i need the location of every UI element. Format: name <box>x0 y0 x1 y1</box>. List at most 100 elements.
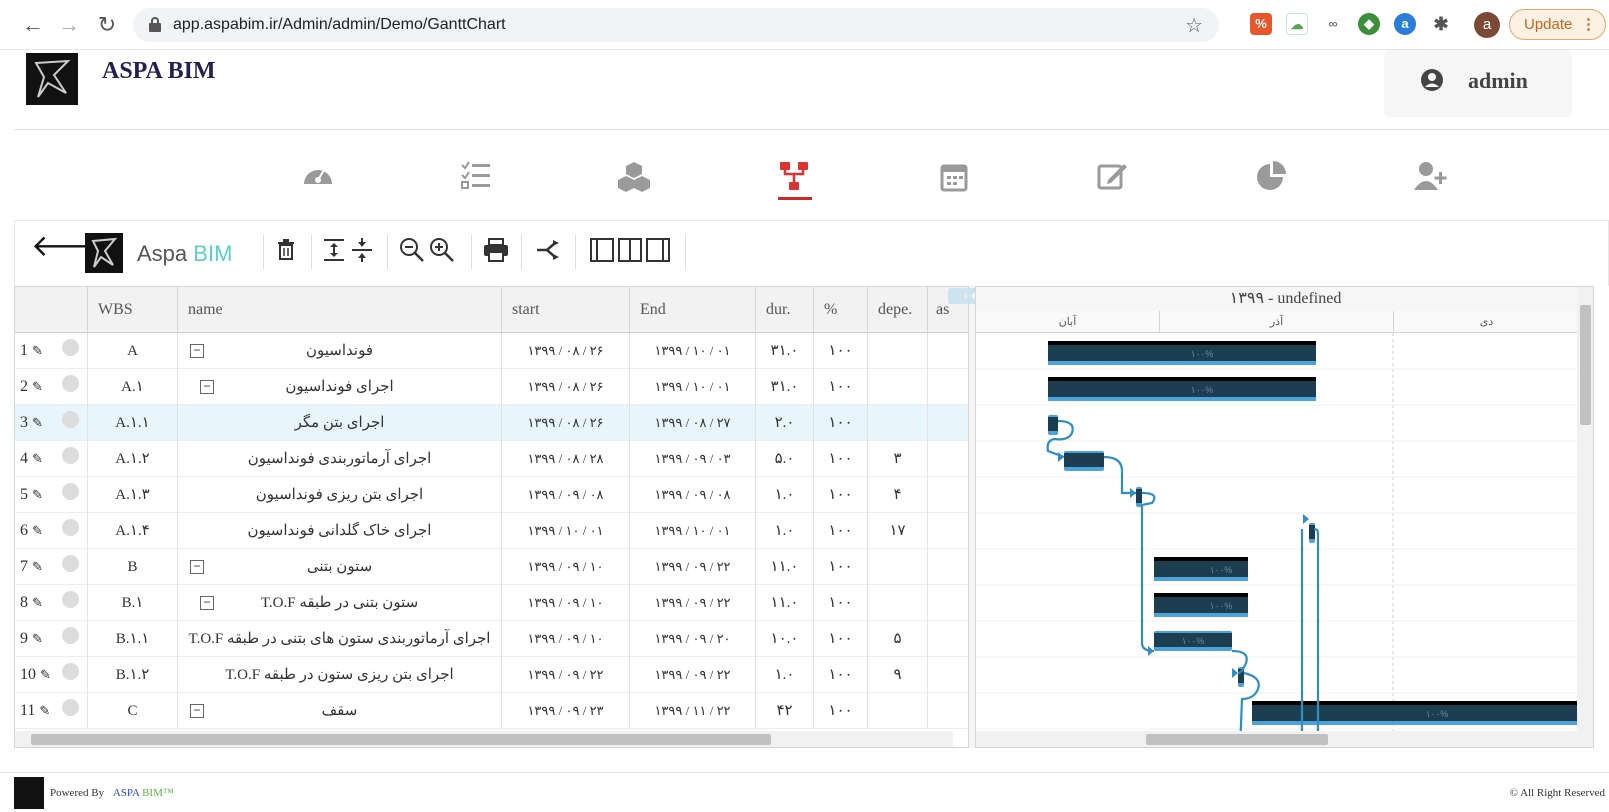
row-status-dot[interactable] <box>62 441 82 477</box>
duration-cell[interactable]: ۴۲ <box>755 693 813 729</box>
wbs-cell[interactable]: A.۱.۱ <box>87 405 177 441</box>
duration-cell[interactable]: ۱.۰ <box>755 477 813 513</box>
progress-cell[interactable]: ۱۰۰ <box>813 513 867 549</box>
edit-pencil-icon[interactable]: ✎ <box>32 559 43 574</box>
name-cell[interactable]: ستون بتنی <box>177 549 501 585</box>
name-cell[interactable]: اجرای بتن ریزی ستون در طبقه T.O.F <box>177 657 501 693</box>
duration-cell[interactable]: ۲.۰ <box>755 405 813 441</box>
bookmark-star-icon[interactable]: ☆ <box>1185 13 1203 38</box>
edit-pencil-icon[interactable]: ✎ <box>32 595 43 610</box>
dependency-cell[interactable] <box>867 693 927 729</box>
assigned-cell[interactable] <box>927 405 968 441</box>
start-cell[interactable]: ۱۳۹۹ / ۰۹ / ۱۰ <box>501 585 629 621</box>
dependency-cell[interactable]: ۳ <box>867 441 927 477</box>
table-row[interactable]: 8 ✎ B.۱ ستون بتنی در طبقه T.O.F −۱۳۹۹ / ۰۹ /… <box>15 585 968 621</box>
col-progress[interactable]: % <box>813 287 867 333</box>
update-button[interactable]: Update ⋮ <box>1509 9 1606 40</box>
progress-cell[interactable]: ۱۰۰ <box>813 333 867 369</box>
summary-bar-top[interactable] <box>1048 341 1316 345</box>
summary-bar-top[interactable] <box>1154 557 1248 561</box>
summary-bar-progress[interactable] <box>1154 577 1248 581</box>
wbs-cell[interactable]: A.۱ <box>87 369 177 405</box>
name-cell[interactable]: سقف <box>177 693 501 729</box>
footer-aspa[interactable]: ASPA <box>113 787 140 799</box>
end-cell[interactable]: ۱۳۹۹ / ۰۹ / ۰۸ <box>629 477 755 513</box>
progress-cell[interactable]: ۱۰۰ <box>813 657 867 693</box>
trash-icon[interactable] <box>271 235 301 265</box>
dependency-cell[interactable] <box>867 333 927 369</box>
footer-bim[interactable]: BIM™ <box>142 787 174 799</box>
edit-pencil-icon[interactable]: ✎ <box>32 523 43 538</box>
collapse-toggle-icon[interactable]: − <box>190 560 204 574</box>
dependency-cell[interactable]: ۴ <box>867 477 927 513</box>
collapse-toggle-icon[interactable]: − <box>200 380 214 394</box>
print-icon[interactable] <box>481 235 511 265</box>
edit-pencil-icon[interactable]: ✎ <box>32 415 43 430</box>
assigned-cell[interactable] <box>927 333 968 369</box>
forward-arrow-icon[interactable]: → <box>56 12 82 38</box>
progress-cell[interactable]: ۱۰۰ <box>813 405 867 441</box>
end-cell[interactable]: ۱۳۹۹ / ۰۸ / ۲۷ <box>629 405 755 441</box>
table-row[interactable]: 7 ✎ B ستون بتنی −۱۳۹۹ / ۰۹ / ۱۰ ۱۳۹۹ / ۰۹ / ۲… <box>15 549 968 585</box>
row-status-dot[interactable] <box>62 477 82 513</box>
add-user-icon[interactable] <box>1412 158 1448 194</box>
url-text[interactable]: app.aspabim.ir/Admin/admin/Demo/GanttCha… <box>173 16 506 34</box>
summary-bar-progress[interactable] <box>1048 361 1316 365</box>
task-bar[interactable] <box>1136 489 1142 503</box>
progress-cell[interactable]: ۱۰۰ <box>813 477 867 513</box>
collapse-toggle-icon[interactable]: − <box>190 704 204 718</box>
table-row[interactable]: 1 ✎ A فونداسیون −۱۳۹۹ / ۰۸ / ۲۶ ۱۳۹۹ / ۱۰ / ۰… <box>15 333 968 369</box>
assigned-cell[interactable] <box>927 441 968 477</box>
assigned-cell[interactable] <box>927 585 968 621</box>
col-duration[interactable]: dur. <box>755 287 813 333</box>
task-list-icon[interactable] <box>458 158 494 194</box>
table-row[interactable]: 9 ✎ B.۱.۱ اجرای آرماتوربندی ستون های بتنی د… <box>15 621 968 657</box>
cloud-ext-icon[interactable]: ☁ <box>1286 13 1308 35</box>
dependency-cell[interactable] <box>867 585 927 621</box>
end-cell[interactable]: ۱۳۹۹ / ۱۰ / ۰۱ <box>629 333 755 369</box>
wbs-cell[interactable]: A <box>87 333 177 369</box>
col-end[interactable]: End <box>629 287 755 333</box>
wbs-cell[interactable]: B <box>87 549 177 585</box>
wbs-cell[interactable]: A.۱.۲ <box>87 441 177 477</box>
duration-cell[interactable]: ۵.۰ <box>755 441 813 477</box>
row-status-dot[interactable] <box>62 333 82 369</box>
gantt-sitemap-icon[interactable] <box>776 158 812 194</box>
calendar-icon[interactable] <box>936 158 972 194</box>
end-cell[interactable]: ۱۳۹۹ / ۰۹ / ۰۳ <box>629 441 755 477</box>
duration-cell[interactable]: ۱۱.۰ <box>755 549 813 585</box>
table-row[interactable]: 3 ✎ A.۱.۱ اجرای بتن مگر ۱۳۹۹ / ۰۸ / ۲۶ ۱۳۹۹ /… <box>15 405 968 441</box>
progress-cell[interactable]: ۱۰۰ <box>813 441 867 477</box>
end-cell[interactable]: ۱۳۹۹ / ۱۰ / ۰۱ <box>629 369 755 405</box>
summary-bar-progress[interactable] <box>1154 613 1248 617</box>
row-status-dot[interactable] <box>62 369 82 405</box>
progress-cell[interactable]: ۱۰۰ <box>813 693 867 729</box>
name-cell[interactable]: اجرای خاک گلدانی فونداسیون <box>177 513 501 549</box>
row-status-dot[interactable] <box>62 657 82 693</box>
assigned-cell[interactable] <box>927 477 968 513</box>
table-row[interactable]: 4 ✎ A.۱.۲ اجرای آرماتوربندی فونداسیون ۱۳۹۹ /… <box>15 441 968 477</box>
zoom-out-icon[interactable] <box>397 235 427 265</box>
name-cell[interactable]: اجرای فونداسیون <box>177 369 501 405</box>
end-cell[interactable]: ۱۳۹۹ / ۱۱ / ۲۲ <box>629 693 755 729</box>
row-status-dot[interactable] <box>62 621 82 657</box>
col-wbs[interactable]: WBS <box>87 287 177 333</box>
aspa-logo[interactable] <box>26 53 78 105</box>
grammar-ext-icon[interactable]: % <box>1250 13 1272 35</box>
wbs-cell[interactable]: C <box>87 693 177 729</box>
edit-pencil-icon[interactable]: ✎ <box>32 487 43 502</box>
collapse-all-icon[interactable] <box>347 235 377 265</box>
cubes-icon[interactable] <box>616 158 652 194</box>
end-cell[interactable]: ۱۳۹۹ / ۱۰ / ۰۱ <box>629 513 755 549</box>
summary-bar-progress[interactable] <box>1048 397 1316 401</box>
row-status-dot[interactable] <box>62 585 82 621</box>
scroll-thumb[interactable] <box>1146 734 1328 745</box>
end-cell[interactable]: ۱۳۹۹ / ۰۹ / ۲۲ <box>629 549 755 585</box>
task-bar[interactable] <box>1048 417 1058 431</box>
dependency-cell[interactable] <box>867 549 927 585</box>
assigned-cell[interactable] <box>927 621 968 657</box>
row-status-dot[interactable] <box>62 513 82 549</box>
progress-cell[interactable]: ۱۰۰ <box>813 621 867 657</box>
address-bar[interactable]: app.aspabim.ir/Admin/admin/Demo/GanttCha… <box>133 8 1219 42</box>
dependency-cell[interactable] <box>867 405 927 441</box>
